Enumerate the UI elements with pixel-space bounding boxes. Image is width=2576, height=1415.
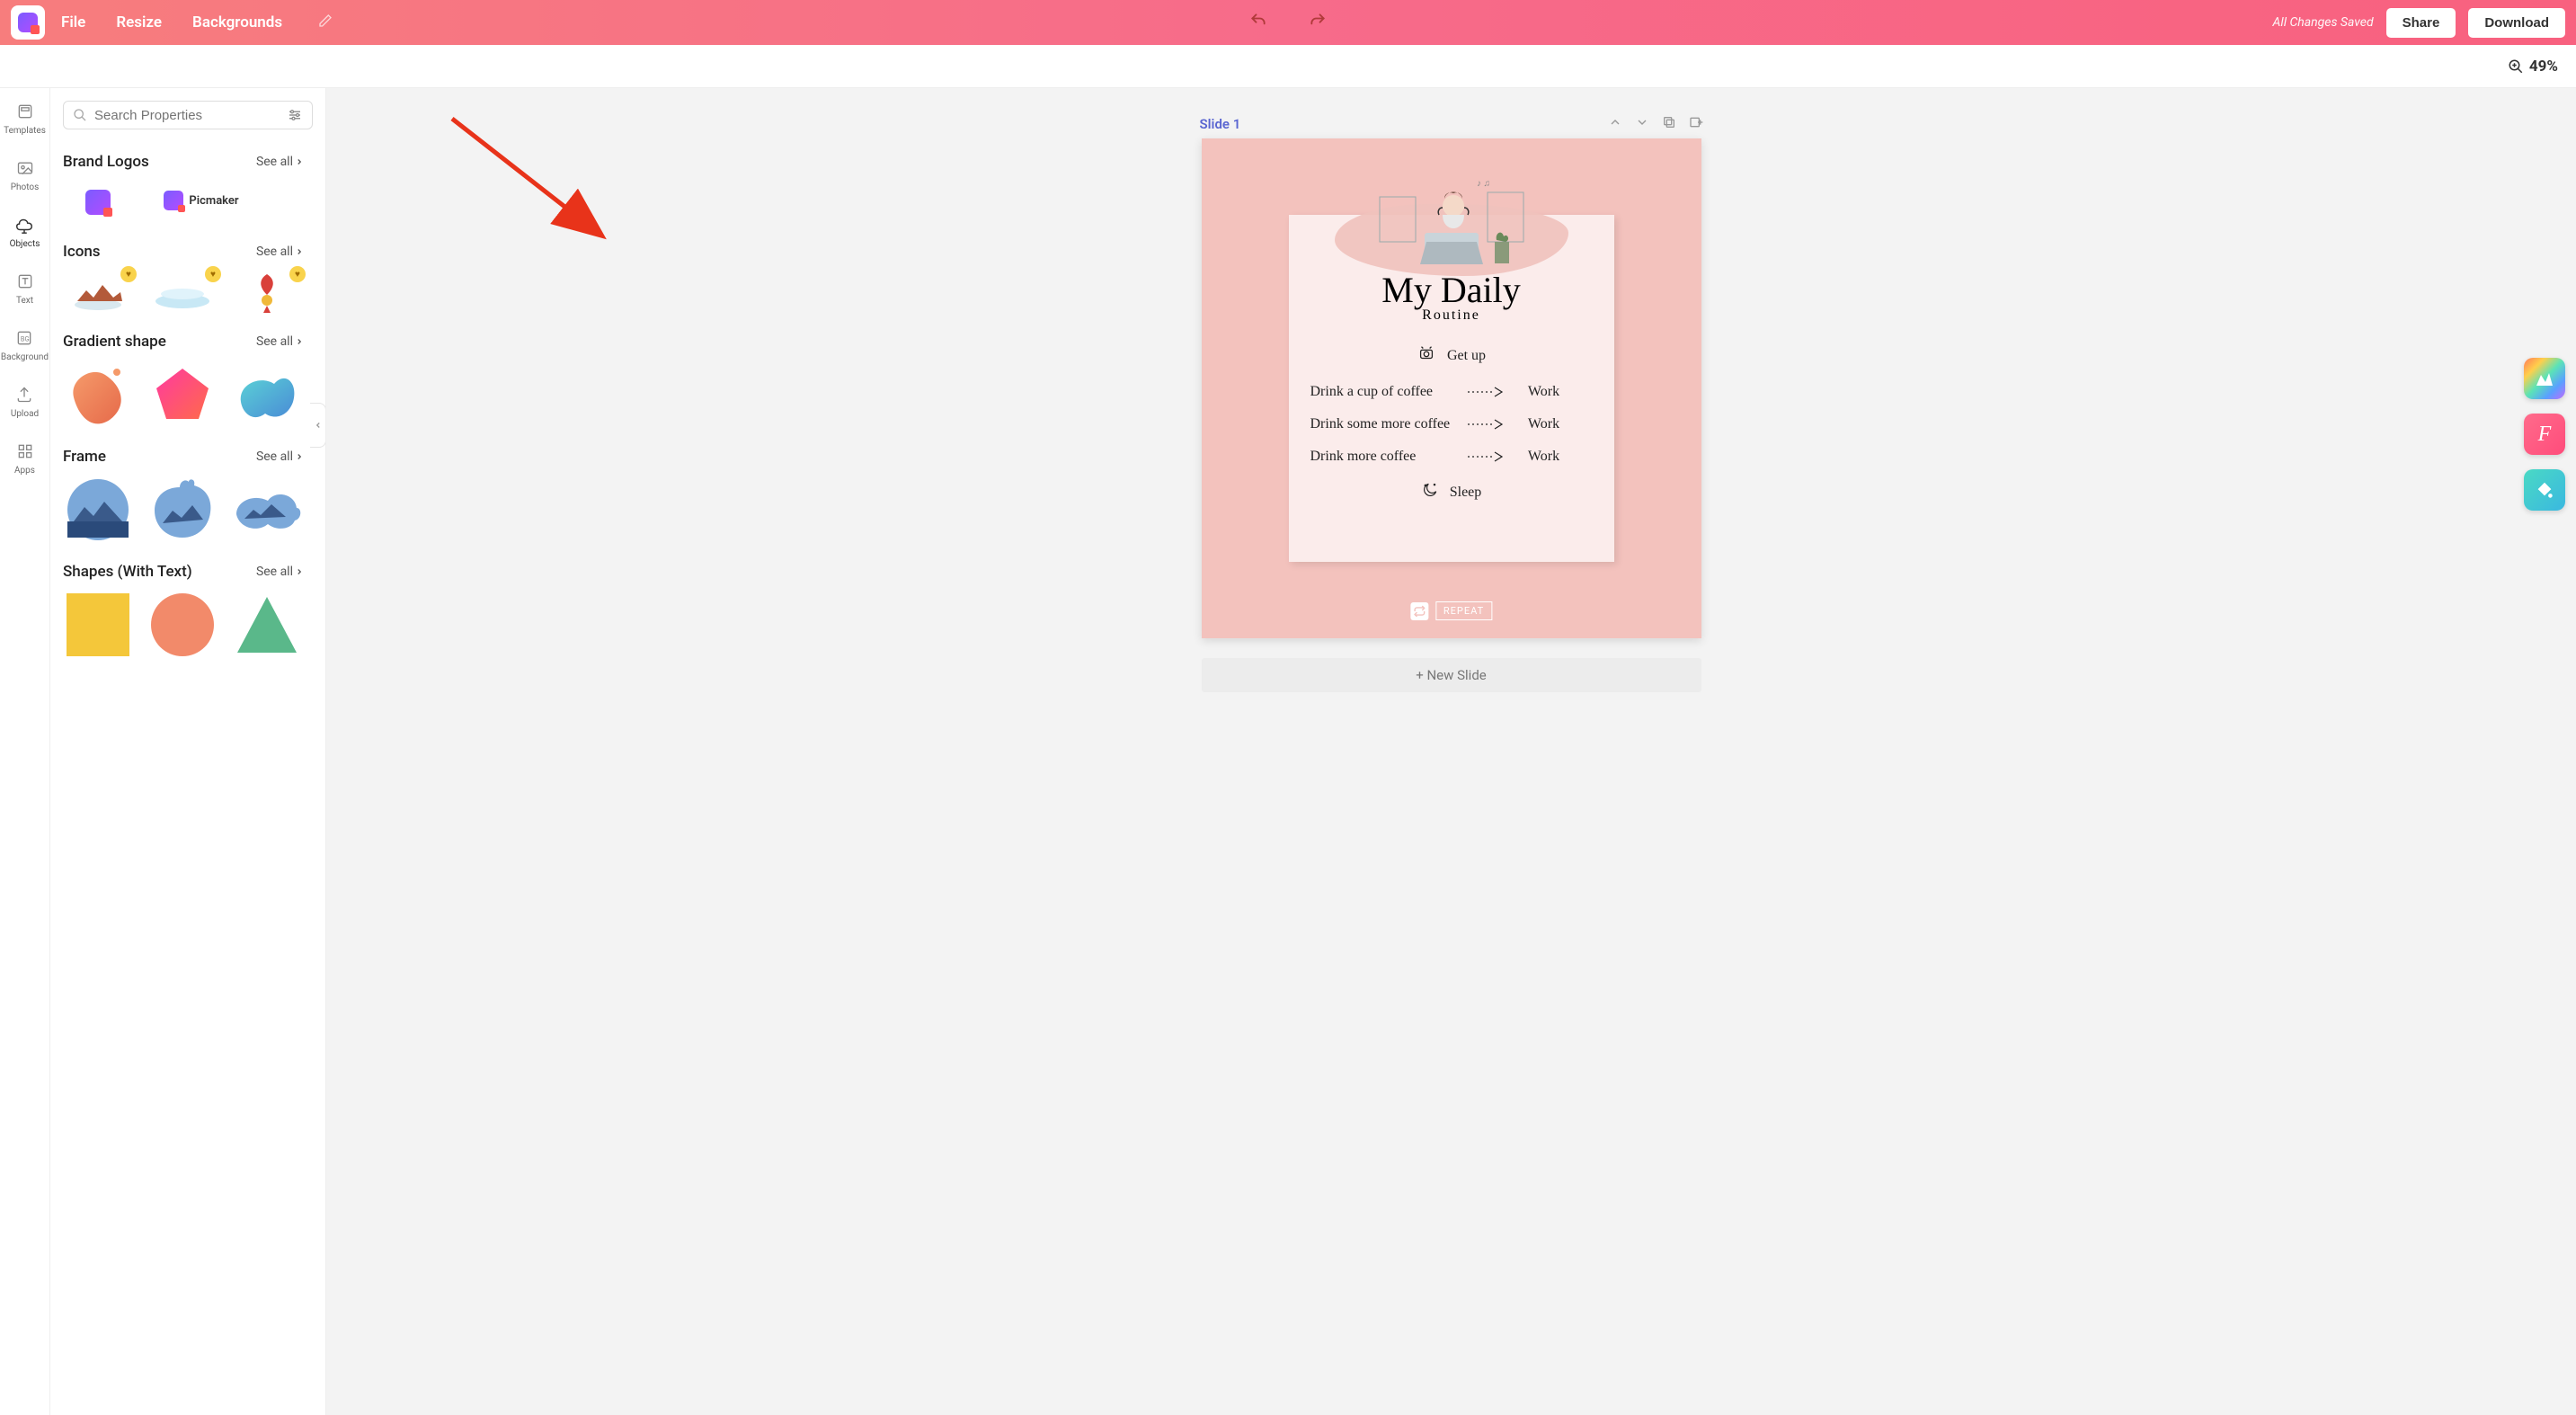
properties-panel: Brand Logos See all Picmaker Icons See a…	[50, 88, 326, 1415]
redo-icon[interactable]	[1306, 12, 1329, 33]
photos-icon	[14, 157, 36, 179]
card-title[interactable]: My Daily	[1289, 269, 1614, 311]
icon-thumb[interactable]: ♥	[147, 270, 218, 315]
undo-icon[interactable]	[1247, 12, 1270, 33]
annotation-arrow-icon	[443, 110, 623, 271]
rail-text[interactable]: Text	[14, 271, 36, 306]
edit-title-icon[interactable]	[318, 13, 333, 31]
routine-text[interactable]: Work	[1508, 449, 1580, 465]
slide-up-icon[interactable]	[1608, 115, 1622, 133]
frame-thumb[interactable]	[232, 475, 302, 545]
app-logo[interactable]	[11, 5, 45, 40]
filter-icon[interactable]	[287, 107, 303, 123]
dotted-arrow-icon	[1463, 450, 1508, 463]
brand-logo-thumb[interactable]	[63, 180, 133, 225]
svg-text:♪ ♫: ♪ ♫	[1477, 179, 1490, 189]
undo-redo-group	[1247, 12, 1329, 33]
rail-upload[interactable]: Upload	[11, 384, 39, 419]
alarm-icon	[1417, 343, 1436, 368]
slide-add-icon[interactable]	[1689, 115, 1703, 133]
shape-thumb[interactable]	[232, 590, 302, 660]
float-paint-button[interactable]	[2524, 469, 2565, 511]
upload-icon	[13, 384, 35, 405]
slide-down-icon[interactable]	[1635, 115, 1649, 133]
section-shapes-text: Shapes (With Text)	[63, 563, 192, 581]
routine-text[interactable]: Drink a cup of coffee	[1310, 384, 1463, 400]
templates-icon	[14, 101, 36, 122]
see-all-frame[interactable]: See all	[256, 449, 304, 464]
shape-thumb[interactable]	[147, 590, 218, 660]
routine-text[interactable]: Drink more coffee	[1310, 449, 1463, 465]
menu-backgrounds[interactable]: Backgrounds	[192, 13, 282, 31]
slide-label: Slide 1	[1200, 116, 1241, 132]
person-laptop-illustration: ♪ ♫	[1371, 170, 1532, 269]
premium-badge-icon: ♥	[289, 266, 306, 282]
section-frame: Frame	[63, 448, 106, 466]
section-gradient-shape: Gradient shape	[63, 333, 166, 351]
search-icon	[73, 108, 87, 122]
search-box[interactable]	[63, 101, 313, 129]
repeat-icon	[1410, 602, 1428, 620]
gradient-shape-thumb[interactable]	[63, 360, 133, 430]
frame-thumb[interactable]	[63, 475, 133, 545]
slide-duplicate-icon[interactable]	[1662, 115, 1676, 133]
float-font-button[interactable]: F	[2524, 414, 2565, 455]
routine-text[interactable]: Work	[1508, 384, 1580, 400]
apps-icon	[14, 441, 36, 462]
rail-photos[interactable]: Photos	[11, 157, 40, 192]
see-all-brand-logos[interactable]: See all	[256, 155, 304, 169]
collapse-panel-button[interactable]	[310, 403, 326, 448]
gradient-shape-thumb[interactable]	[232, 360, 302, 430]
svg-text:BG: BG	[21, 334, 30, 343]
download-button[interactable]: Download	[2468, 8, 2565, 38]
zoom-control[interactable]: 49%	[2508, 58, 2558, 76]
slide-canvas[interactable]: ♪ ♫ My Daily Routine Get up Drink a cup …	[1202, 138, 1701, 638]
section-icons: Icons	[63, 243, 101, 261]
repeat-label: REPEAT	[1435, 601, 1492, 620]
frame-thumb[interactable]	[147, 475, 218, 545]
see-all-gradient-shape[interactable]: See all	[256, 334, 304, 349]
premium-badge-icon: ♥	[120, 266, 137, 282]
left-rail: Templates Photos Objects Text BG Backgro…	[0, 88, 50, 1415]
rail-objects[interactable]: Objects	[10, 214, 40, 249]
section-brand-logos: Brand Logos	[63, 153, 149, 171]
see-all-icons[interactable]: See all	[256, 245, 304, 259]
card-subtitle[interactable]: Routine	[1289, 307, 1614, 324]
brand-logo-thumb[interactable]: Picmaker	[147, 180, 255, 221]
toolbar-secondary: 49%	[0, 45, 2576, 88]
objects-icon	[13, 214, 35, 236]
background-icon: BG	[13, 327, 35, 349]
share-button[interactable]: Share	[2386, 8, 2456, 38]
dotted-arrow-icon	[1463, 418, 1508, 431]
repeat-chip[interactable]: REPEAT	[1410, 601, 1492, 620]
dotted-arrow-icon	[1463, 386, 1508, 398]
icon-thumb[interactable]: ♥	[63, 270, 133, 315]
shape-thumb[interactable]	[63, 590, 133, 660]
design-card[interactable]: ♪ ♫ My Daily Routine Get up Drink a cup …	[1289, 215, 1614, 562]
save-status: All Changes Saved	[2273, 15, 2374, 30]
rail-background[interactable]: BG Background	[1, 327, 49, 362]
routine-text[interactable]: Sleep	[1450, 485, 1482, 501]
canvas-area[interactable]: Slide 1	[326, 88, 2576, 1415]
menu-file[interactable]: File	[61, 13, 85, 31]
brand-label: Picmaker	[189, 194, 238, 208]
float-mad-button[interactable]	[2524, 358, 2565, 399]
premium-badge-icon: ♥	[205, 266, 221, 282]
routine-text[interactable]: Work	[1508, 416, 1580, 432]
text-icon	[14, 271, 36, 292]
top-header: File Resize Backgrounds All Changes Save…	[0, 0, 2576, 45]
see-all-shapes-text[interactable]: See all	[256, 565, 304, 579]
routine-text[interactable]: Get up	[1447, 348, 1486, 364]
menu-resize[interactable]: Resize	[116, 13, 162, 31]
routine-text[interactable]: Drink some more coffee	[1310, 416, 1463, 432]
zoom-value: 49%	[2529, 58, 2558, 76]
rail-templates[interactable]: Templates	[4, 101, 46, 136]
icon-thumb[interactable]: ♥	[232, 270, 302, 315]
moon-icon	[1421, 481, 1439, 503]
gradient-shape-thumb[interactable]	[147, 360, 218, 430]
new-slide-button[interactable]: + New Slide	[1202, 658, 1701, 692]
rail-apps[interactable]: Apps	[14, 441, 36, 476]
search-input[interactable]	[94, 108, 280, 123]
